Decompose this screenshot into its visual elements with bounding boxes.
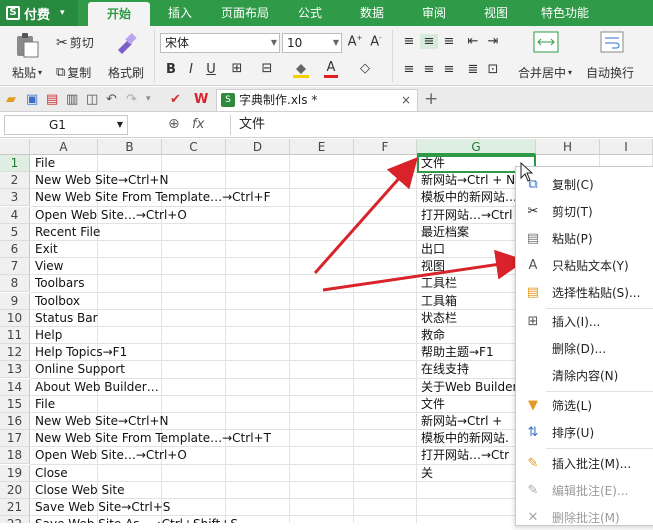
menu-insert-label: 插入(I)...	[552, 315, 601, 329]
arrow-to-paste-text	[322, 249, 526, 292]
context-menu: ⧉ 复制(C) ✂ 剪切(T) ▤ 粘贴(P) A 只粘贴文本(Y) ▤ 选择性…	[515, 166, 653, 526]
sort-icon: ⇅	[527, 425, 539, 440]
paste-text-icon: A	[528, 258, 538, 273]
insert-cells-icon: ⊞	[527, 314, 539, 329]
menu-edit-comment[interactable]: ✎ 编辑批注(E)...	[516, 479, 653, 503]
filter-icon: ▼	[528, 398, 538, 413]
menu-sort[interactable]: ⇅ 排序(U)	[516, 421, 653, 445]
arrow-to-g1	[313, 157, 418, 274]
menu-clear-contents-label: 清除内容(N)	[552, 369, 619, 383]
menu-filter-label: 筛选(L)	[552, 399, 593, 413]
menu-paste-special-label: 选择性粘贴(S)...	[552, 286, 641, 300]
menu-copy[interactable]: ⧉ 复制(C)	[516, 173, 653, 197]
mouse-pointer-icon	[520, 162, 534, 182]
menu-cut-label: 剪切(T)	[552, 205, 593, 219]
menu-insert-comment[interactable]: ✎ 插入批注(M)...	[516, 452, 653, 476]
menu-insert-comment-label: 插入批注(M)...	[552, 457, 632, 471]
menu-paste-label: 粘贴(P)	[552, 232, 593, 246]
menu-separator	[546, 448, 653, 449]
menu-cut[interactable]: ✂ 剪切(T)	[516, 200, 653, 224]
scissors-icon: ✂	[527, 204, 539, 219]
menu-insert[interactable]: ⊞ 插入(I)...	[516, 310, 653, 334]
menu-copy-label: 复制(C)	[552, 178, 594, 192]
menu-paste[interactable]: ▤ 粘贴(P)	[516, 227, 653, 251]
delete-comment-icon: ✕	[527, 510, 539, 525]
menu-separator	[546, 308, 653, 309]
menu-clear-contents[interactable]: 清除内容(N)	[516, 364, 653, 388]
menu-separator	[546, 391, 653, 392]
menu-paste-special[interactable]: ▤ 选择性粘贴(S)...	[516, 281, 653, 305]
menu-paste-text-only-label: 只粘贴文本(Y)	[552, 259, 629, 273]
menu-delete[interactable]: 删除(D)...	[516, 337, 653, 361]
menu-filter[interactable]: ▼ 筛选(L)	[516, 394, 653, 418]
menu-edit-comment-label: 编辑批注(E)...	[552, 484, 629, 498]
menu-paste-text-only[interactable]: A 只粘贴文本(Y)	[516, 254, 653, 278]
menu-sort-label: 排序(U)	[552, 426, 595, 440]
menu-delete-label: 删除(D)...	[552, 342, 607, 356]
paste-icon: ▤	[526, 231, 540, 246]
edit-comment-icon: ✎	[527, 483, 539, 498]
paste-special-icon: ▤	[526, 285, 540, 300]
menu-delete-comment[interactable]: ✕ 删除批注(M)	[516, 506, 653, 530]
comment-icon: ✎	[527, 456, 539, 471]
